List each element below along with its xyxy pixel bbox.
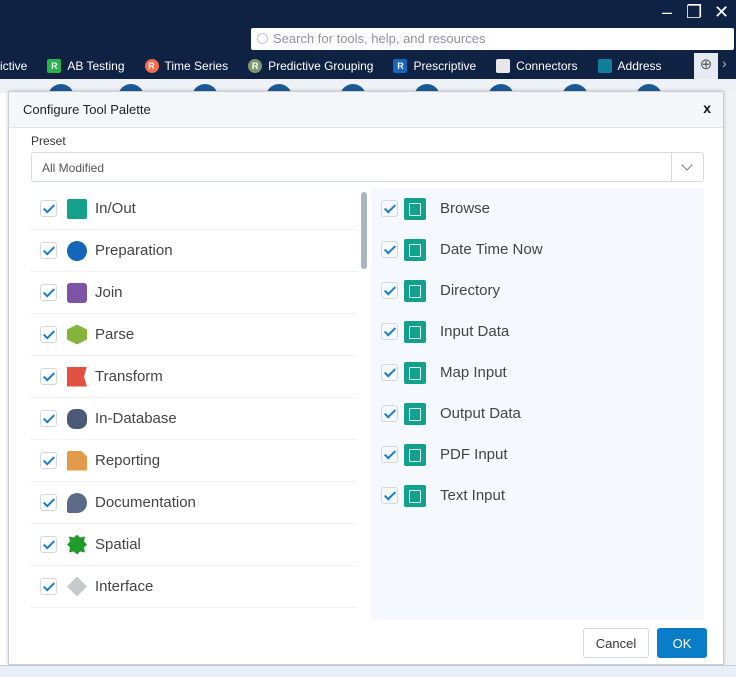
add-tab-button[interactable]: ⊕: [694, 53, 718, 79]
reporting-icon: [67, 450, 87, 471]
close-window-button[interactable]: ✕: [714, 2, 729, 23]
tab-connectors[interactable]: Connectors: [496, 59, 578, 73]
category-item[interactable]: Join: [31, 272, 356, 314]
tab-time-series[interactable]: R Time Series: [144, 59, 228, 73]
tool-list: Browse Date Time Now Directory Input Data Ma…: [371, 188, 704, 620]
tab-address[interactable]: Address: [597, 59, 662, 73]
category-checkbox[interactable]: [40, 410, 57, 427]
category-checkbox[interactable]: [40, 200, 57, 217]
tool-checkbox[interactable]: [381, 446, 398, 463]
category-scrollbar[interactable]: [361, 192, 367, 269]
documentation-icon: [67, 492, 87, 513]
category-item[interactable]: Spatial: [31, 524, 356, 566]
tab-icon: R: [144, 59, 159, 73]
tool-item[interactable]: Text Input: [371, 475, 704, 516]
join-icon: [67, 282, 87, 303]
tool-checkbox[interactable]: [381, 282, 398, 299]
search-input[interactable]: Search for tools, help, and resources: [251, 28, 734, 50]
category-item[interactable]: In-Database: [31, 398, 356, 440]
tool-checkbox[interactable]: [381, 241, 398, 258]
search-icon: [257, 33, 268, 44]
palette-tabs: ictive R AB Testing R Time Series R Predictive…: [0, 53, 682, 79]
text-input-icon: [404, 484, 426, 507]
in-out-icon: [67, 198, 87, 219]
date-time-now-icon: [404, 238, 426, 261]
category-item[interactable]: Interface: [31, 566, 356, 608]
input-data-icon: [404, 320, 426, 343]
tool-item[interactable]: Browse: [371, 188, 704, 229]
minimize-button[interactable]: ‒: [662, 2, 672, 23]
interface-icon: [67, 576, 87, 597]
tool-item[interactable]: Directory: [371, 270, 704, 311]
tool-item[interactable]: Map Input: [371, 352, 704, 393]
tab-icon: R: [248, 59, 263, 73]
tool-item[interactable]: Input Data: [371, 311, 704, 352]
tab-icon: [597, 59, 612, 73]
category-checkbox[interactable]: [40, 368, 57, 385]
tab-icon: R: [393, 59, 408, 73]
category-item[interactable]: In/Out: [31, 188, 356, 230]
category-checkbox[interactable]: [40, 242, 57, 259]
configure-tool-palette-dialog: Configure Tool Palette x Preset All Modif…: [8, 91, 724, 665]
restore-button[interactable]: ❐: [686, 2, 702, 23]
browse-icon: [404, 197, 426, 220]
tab-ab-testing[interactable]: R AB Testing: [47, 59, 125, 73]
category-item[interactable]: Parse: [31, 314, 356, 356]
transform-icon: [67, 366, 87, 387]
tool-item[interactable]: Output Data: [371, 393, 704, 434]
tab-icon: R: [47, 59, 62, 73]
preset-label: Preset: [31, 134, 66, 148]
tool-item[interactable]: Date Time Now: [371, 229, 704, 270]
directory-icon: [404, 279, 426, 302]
ok-button[interactable]: OK: [657, 628, 707, 658]
category-checkbox[interactable]: [40, 536, 57, 553]
category-checkbox[interactable]: [40, 578, 57, 595]
category-checkbox[interactable]: [40, 494, 57, 511]
category-list: In/Out Preparation Join Parse Transform In-Da…: [31, 188, 356, 620]
tool-checkbox[interactable]: [381, 200, 398, 217]
category-item[interactable]: Documentation: [31, 482, 356, 524]
category-checkbox[interactable]: [40, 284, 57, 301]
title-bar: ‒ ❐ ✕ Search for tools, help, and resour…: [0, 0, 736, 79]
category-checkbox[interactable]: [40, 326, 57, 343]
parse-icon: [67, 324, 87, 345]
dialog-title: Configure Tool Palette: [23, 102, 151, 117]
tab-prescriptive[interactable]: R Prescriptive: [393, 59, 476, 73]
tool-checkbox[interactable]: [381, 364, 398, 381]
tool-item[interactable]: PDF Input: [371, 434, 704, 475]
output-data-icon: [404, 402, 426, 425]
cancel-button[interactable]: Cancel: [583, 628, 649, 658]
preparation-icon: [67, 240, 87, 261]
tab-ictive[interactable]: ictive: [0, 59, 27, 73]
category-item[interactable]: Preparation: [31, 230, 356, 272]
category-item[interactable]: Reporting: [31, 440, 356, 482]
scroll-tabs-right-icon[interactable]: ›: [722, 55, 727, 71]
pdf-input-icon: [404, 443, 426, 466]
category-item[interactable]: Transform: [31, 356, 356, 398]
category-checkbox[interactable]: [40, 452, 57, 469]
tool-checkbox[interactable]: [381, 487, 398, 504]
dialog-close-button[interactable]: x: [703, 100, 711, 116]
chevron-down-icon[interactable]: [671, 153, 703, 181]
tool-checkbox[interactable]: [381, 405, 398, 422]
tab-predictive-grouping[interactable]: R Predictive Grouping: [248, 59, 373, 73]
tool-checkbox[interactable]: [381, 323, 398, 340]
in-database-icon: [67, 408, 87, 429]
preset-dropdown[interactable]: All Modified: [31, 152, 704, 182]
spatial-icon: [67, 534, 87, 555]
map-input-icon: [404, 361, 426, 384]
tab-icon: [496, 59, 511, 73]
